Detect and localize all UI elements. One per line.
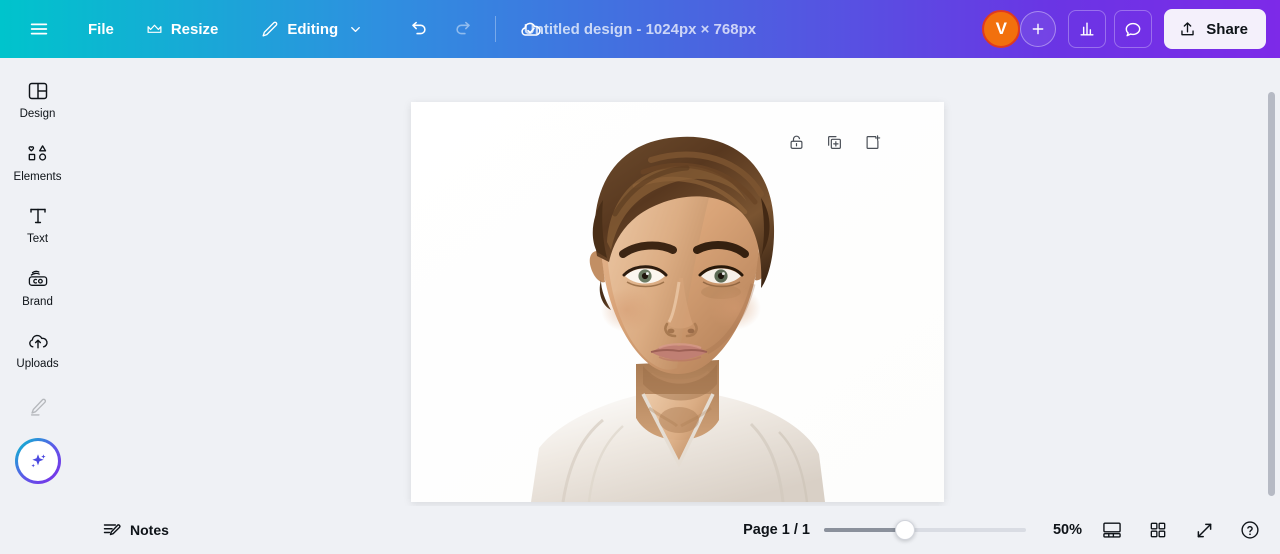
comment-bubble-icon — [1123, 19, 1143, 39]
editor-body: Design Elements Text Brand Uploads — [0, 58, 1280, 506]
add-collaborator-button[interactable] — [1020, 11, 1057, 47]
redo-button[interactable] — [445, 10, 483, 48]
file-menu-button[interactable]: File — [76, 11, 126, 47]
sidebar-item-label: Uploads — [16, 358, 59, 370]
zoom-slider-fill — [824, 528, 905, 532]
toolbar-divider — [495, 16, 497, 42]
hamburger-icon — [28, 18, 50, 40]
page-tools — [782, 127, 888, 157]
magic-sparkles-icon — [26, 449, 50, 473]
sidebar-item-label: Text — [26, 233, 49, 245]
chevron-down-icon — [348, 22, 363, 37]
portrait-photo-svg — [411, 102, 944, 502]
editing-label: Editing — [287, 20, 339, 38]
canvas-area — [75, 58, 1280, 506]
hamburger-menu-button[interactable] — [20, 10, 58, 48]
help-button[interactable] — [1234, 514, 1266, 546]
notes-pencil-icon — [102, 520, 122, 540]
top-toolbar: File Resize Editing Untitled design - 10… — [0, 0, 1280, 58]
add-page-button[interactable] — [858, 127, 888, 157]
text-t-icon — [26, 204, 50, 228]
saved-status-button[interactable] — [512, 10, 550, 48]
share-label: Share — [1206, 20, 1248, 38]
lock-icon — [787, 133, 806, 152]
undo-button[interactable] — [399, 10, 437, 48]
zoom-slider-thumb[interactable] — [894, 520, 915, 540]
ai-assistant-inner — [17, 441, 58, 481]
sidebar-item-draw[interactable] — [7, 389, 69, 424]
editing-mode-button[interactable]: Editing — [248, 11, 375, 47]
sidebar-item-text[interactable]: Text — [7, 197, 69, 252]
page-view-icon — [1101, 519, 1123, 541]
plus-icon — [1030, 21, 1046, 37]
sidebar-item-label: Brand — [22, 295, 53, 308]
brand-kit-icon — [26, 267, 50, 291]
resize-button[interactable]: Resize — [134, 11, 231, 47]
shapes-icon — [26, 142, 50, 166]
fullscreen-button[interactable] — [1188, 514, 1220, 546]
portrait-photo[interactable] — [411, 102, 944, 502]
sidebar-item-label: Elements — [13, 170, 62, 183]
resize-label: Resize — [170, 20, 219, 38]
bottom-toolbar: Notes Page 1 / 1 50% — [0, 506, 1280, 554]
expand-arrows-icon — [1194, 520, 1215, 541]
layout-panel-icon — [26, 79, 50, 103]
sidebar-item-label: Design — [19, 108, 56, 120]
pencil-icon — [260, 20, 279, 39]
sidebar-item-design[interactable]: Design — [7, 72, 69, 127]
notes-button[interactable]: Notes — [90, 513, 181, 547]
ai-assistant-wrapper — [14, 438, 61, 484]
redo-icon — [453, 18, 475, 40]
zoom-level-label: 50% — [1052, 522, 1082, 538]
comments-button[interactable] — [1114, 10, 1153, 48]
pen-draw-icon — [27, 396, 49, 418]
avatar[interactable]: V — [982, 10, 1021, 48]
lock-page-button[interactable] — [782, 127, 812, 157]
sidebar-item-brand[interactable]: Brand — [7, 260, 69, 315]
design-canvas-page[interactable] — [411, 102, 944, 502]
share-button[interactable]: Share — [1164, 9, 1266, 49]
crown-icon — [146, 21, 163, 38]
ai-assistant-button[interactable] — [14, 438, 61, 484]
file-menu-label: File — [88, 20, 114, 38]
sidebar-item-uploads[interactable]: Uploads — [7, 322, 69, 377]
page-view-button[interactable] — [1096, 514, 1128, 546]
page-indicator: Page 1 / 1 — [743, 522, 810, 538]
notes-label: Notes — [130, 522, 169, 538]
left-sidebar: Design Elements Text Brand Uploads — [0, 58, 75, 506]
upload-icon — [1178, 20, 1197, 39]
vertical-scrollbar[interactable] — [1268, 92, 1275, 496]
canva-editor: File Resize Editing Untitled design - 10… — [0, 0, 1280, 554]
grid-view-icon — [1148, 520, 1168, 540]
cloud-upload-icon — [26, 329, 50, 353]
bottom-toolbar-right: Page 1 / 1 50% — [743, 514, 1266, 546]
add-page-icon — [863, 133, 882, 152]
sidebar-item-elements[interactable]: Elements — [7, 135, 69, 190]
bar-chart-icon — [1077, 19, 1097, 39]
cloud-saved-icon — [519, 17, 543, 41]
grid-view-button[interactable] — [1142, 514, 1174, 546]
zoom-slider[interactable] — [824, 520, 1026, 540]
undo-icon — [407, 18, 429, 40]
help-question-icon — [1239, 519, 1261, 541]
avatar-initial: V — [995, 19, 1007, 38]
top-toolbar-right: V Share — [982, 9, 1280, 49]
duplicate-page-button[interactable] — [820, 127, 850, 157]
insights-button[interactable] — [1068, 10, 1107, 48]
duplicate-icon — [825, 133, 844, 152]
top-toolbar-left: File Resize Editing — [0, 10, 550, 48]
